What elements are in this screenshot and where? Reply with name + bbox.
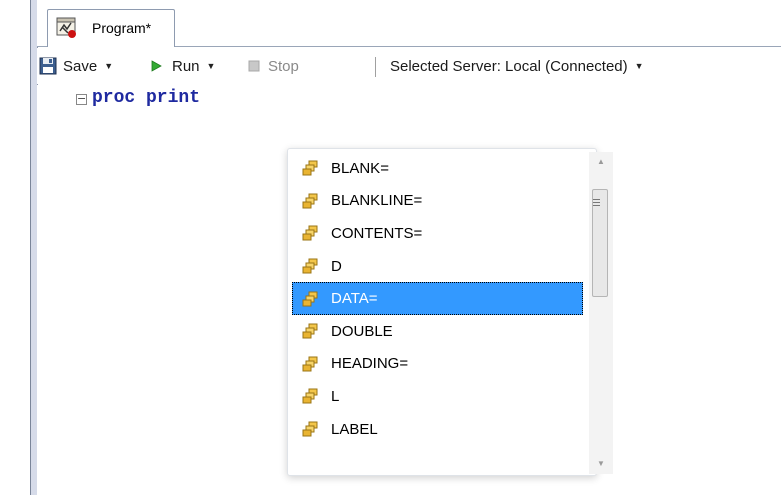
- autocomplete-item[interactable]: LABEL: [292, 413, 583, 446]
- autocomplete-popup: BLANK= BLANKLINE= CONTENTS= D DATA= DOUBLE HEA…: [287, 148, 613, 476]
- collapse-toggle-icon[interactable]: −: [76, 93, 87, 105]
- server-selector[interactable]: Selected Server: Local (Connected) ▼: [390, 48, 644, 84]
- autocomplete-item[interactable]: HEADING=: [292, 348, 583, 381]
- play-triangle-icon: [151, 60, 162, 72]
- autocomplete-item-label: DOUBLE: [331, 322, 393, 340]
- run-button[interactable]: Run ▼: [149, 48, 215, 84]
- save-label: Save: [63, 57, 98, 75]
- autocomplete-item-label: HEADING=: [331, 355, 409, 373]
- run-label: Run: [172, 57, 200, 75]
- autocomplete-item[interactable]: BLANKLINE=: [292, 185, 583, 218]
- sas-program-icon: [56, 17, 76, 38]
- autocomplete-item-label: L: [331, 387, 340, 405]
- keyword-option-icon: [302, 160, 318, 176]
- keyword-option-icon: [302, 388, 318, 404]
- autocomplete-item-label: D: [331, 257, 342, 275]
- chevron-down-icon[interactable]: ▼: [635, 61, 644, 71]
- autocomplete-item[interactable]: DOUBLE: [292, 315, 583, 348]
- save-button[interactable]: Save ▼: [39, 48, 113, 84]
- stop-label: Stop: [268, 57, 299, 75]
- keyword-option-icon: [302, 225, 318, 241]
- document-tab-strip: Program*: [37, 0, 781, 47]
- toolbar-separator: [375, 57, 376, 77]
- sas-program-window: Program* Save ▼ Run ▼ Stop Selected Serv…: [0, 0, 781, 495]
- autocomplete-item[interactable]: CONTENTS=: [292, 217, 583, 250]
- autocomplete-item-label: BLANK=: [331, 159, 389, 177]
- autocomplete-scrollbar[interactable]: ▲ ▼: [589, 152, 613, 474]
- keyword-option-icon: [302, 193, 318, 209]
- keyword-option-icon: [302, 421, 318, 437]
- keyword-option-icon: [302, 258, 318, 274]
- scroll-up-arrow-icon[interactable]: ▲: [589, 152, 613, 172]
- server-label: Selected Server: Local (Connected): [390, 57, 628, 75]
- autocomplete-item-label: BLANKLINE=: [331, 192, 423, 210]
- autocomplete-list: BLANK= BLANKLINE= CONTENTS= D DATA= DOUBLE HEA…: [292, 152, 583, 445]
- stop-button[interactable]: Stop: [248, 48, 299, 84]
- chevron-down-icon[interactable]: ▼: [104, 61, 113, 71]
- keyword-option-icon: [302, 323, 318, 339]
- keyword-option-icon: [302, 291, 318, 307]
- autocomplete-item[interactable]: D: [292, 250, 583, 283]
- autocomplete-item[interactable]: DATA=: [292, 282, 583, 315]
- autocomplete-item-label: LABEL: [331, 420, 378, 438]
- autocomplete-item-label: CONTENTS=: [331, 224, 423, 242]
- floppy-disk-icon: [39, 57, 57, 75]
- autocomplete-item-label: DATA=: [331, 290, 378, 308]
- keyword-option-icon: [302, 356, 318, 372]
- program-toolbar: Save ▼ Run ▼ Stop Selected Server: Local…: [37, 48, 781, 84]
- scroll-down-arrow-icon[interactable]: ▼: [589, 454, 613, 474]
- autocomplete-item[interactable]: BLANK=: [292, 152, 583, 185]
- autocomplete-item[interactable]: L: [292, 380, 583, 413]
- tab-label: Program*: [92, 20, 152, 36]
- tab-program[interactable]: Program*: [47, 9, 175, 47]
- code-line-1: proc print: [92, 88, 201, 108]
- scroll-grip-icon: [593, 199, 600, 208]
- chevron-down-icon[interactable]: ▼: [207, 61, 216, 71]
- stop-square-icon: [248, 60, 260, 72]
